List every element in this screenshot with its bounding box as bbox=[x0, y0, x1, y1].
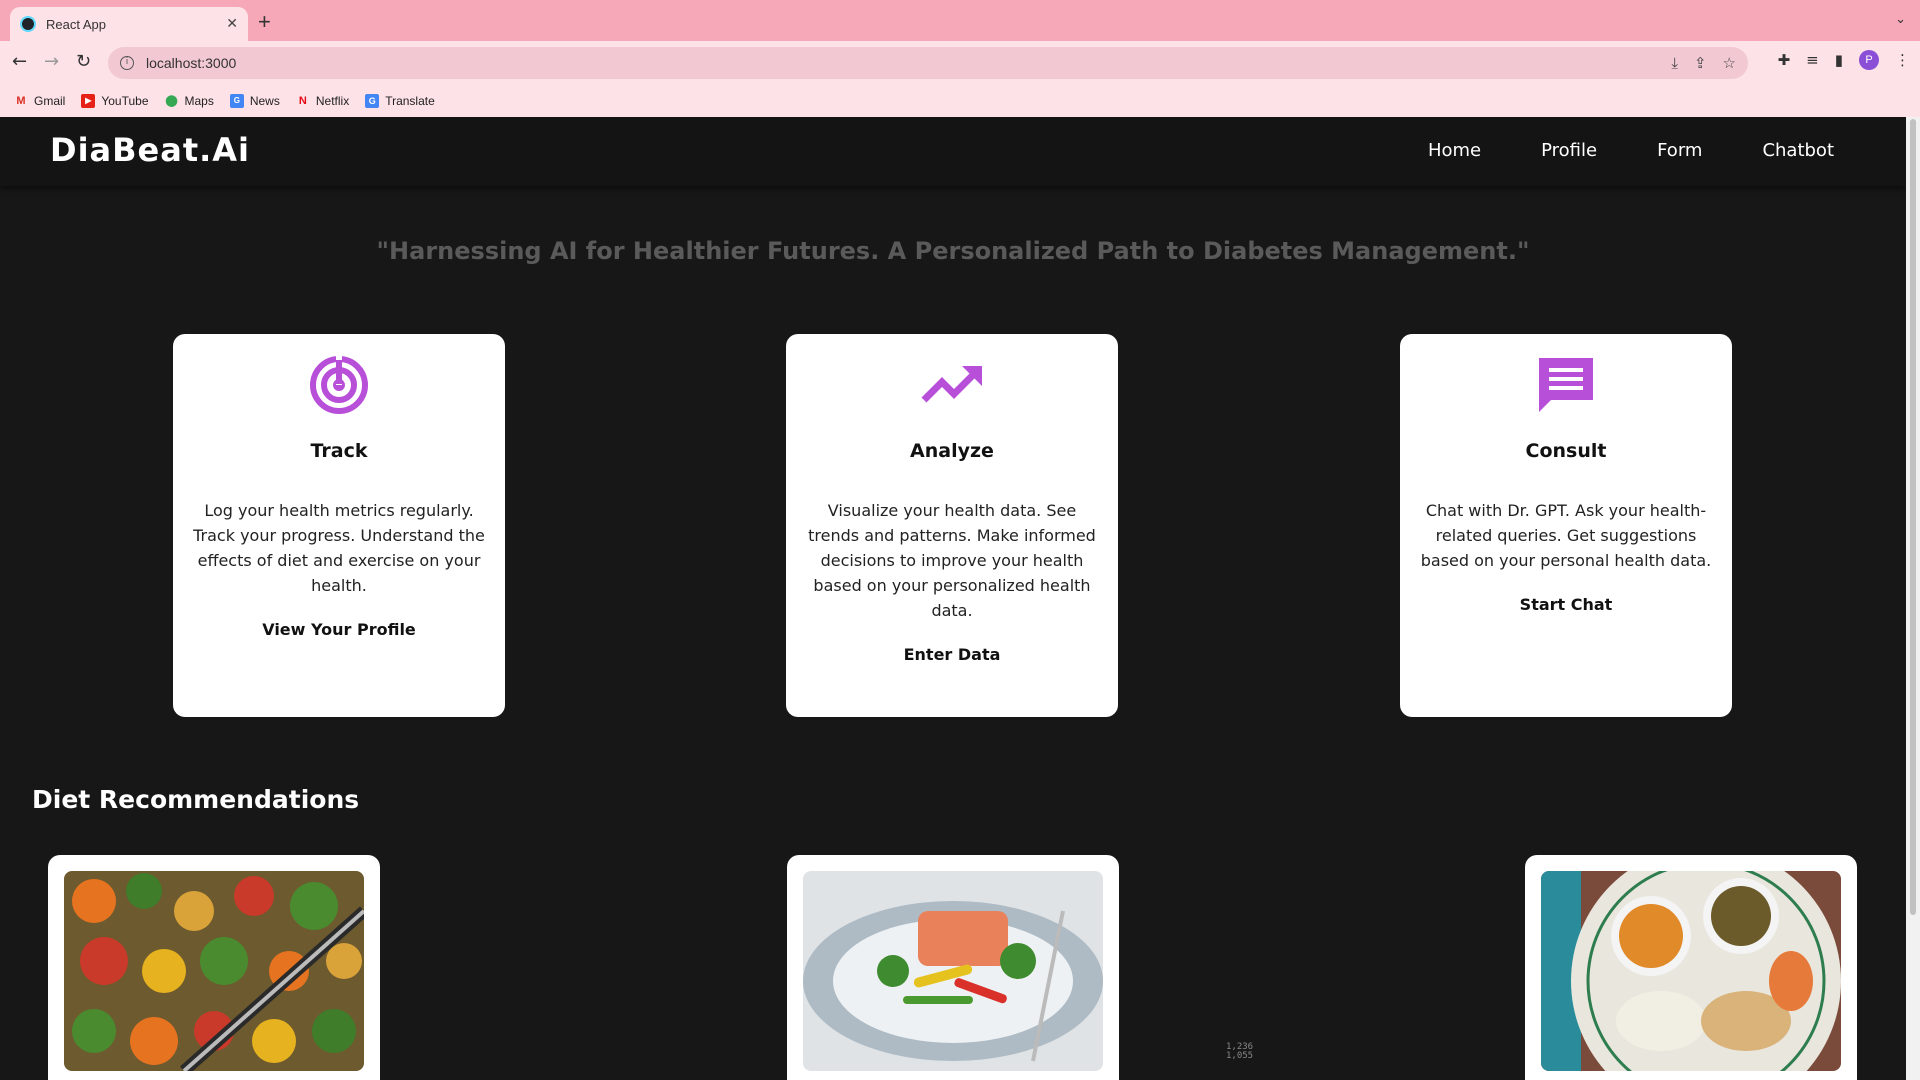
reading-list-icon[interactable]: ≡ bbox=[1806, 51, 1819, 69]
nav-form[interactable]: Form bbox=[1657, 140, 1702, 161]
bookmark-youtube[interactable]: ▶ YouTube bbox=[81, 93, 149, 108]
youtube-icon: ▶ bbox=[81, 93, 96, 108]
netflix-icon: N bbox=[298, 94, 307, 107]
feature-title: Analyze bbox=[910, 440, 994, 462]
nav-profile[interactable]: Profile bbox=[1541, 140, 1597, 161]
nav-chatbot[interactable]: Chatbot bbox=[1762, 140, 1834, 161]
forward-icon[interactable]: → bbox=[44, 51, 59, 72]
profile-avatar[interactable]: P bbox=[1859, 50, 1879, 70]
feature-card-track: Track Log your health metrics regularly.… bbox=[173, 334, 505, 717]
site-info-icon[interactable]: i bbox=[120, 56, 134, 70]
site-navbar: DiaBeat.Ai Home Profile Form Chatbot bbox=[0, 117, 1906, 186]
feature-text: Chat with Dr. GPT. Ask your health-relat… bbox=[1420, 501, 1712, 570]
view-profile-button[interactable]: View Your Profile bbox=[189, 620, 489, 639]
address-bar[interactable]: i localhost:3000 ⤓ ⇪ ☆ bbox=[108, 47, 1748, 79]
bookmarks-bar: M Gmail ▶ YouTube ⬤ Maps G News N Netflix G Tr… bbox=[0, 84, 1920, 117]
cursor-coordinates: 1,236 1,055 bbox=[1226, 1042, 1254, 1061]
diet-card[interactable] bbox=[787, 855, 1119, 1080]
menu-icon[interactable]: ⋮ bbox=[1895, 51, 1910, 69]
reload-icon[interactable]: ↻ bbox=[76, 51, 91, 72]
enter-data-button[interactable]: Enter Data bbox=[802, 645, 1102, 664]
trending-up-icon bbox=[802, 354, 1102, 418]
feature-text: Visualize your health data. See trends a… bbox=[808, 501, 1096, 620]
browser-tab[interactable]: React App ✕ bbox=[10, 7, 248, 41]
react-favicon-icon bbox=[20, 16, 36, 32]
browser-toolbar: ← → ↻ i localhost:3000 ⤓ ⇪ ☆ ✚ ≡ ▮ P ⋮ bbox=[0, 41, 1920, 84]
install-icon[interactable]: ⤓ bbox=[1671, 54, 1678, 72]
url-text: localhost:3000 bbox=[146, 55, 237, 71]
tagline: "Harnessing AI for Healthier Futures. A … bbox=[376, 237, 1530, 265]
feature-card-analyze: Analyze Visualize your health data. See … bbox=[786, 334, 1118, 717]
feature-card-consult: Consult Chat with Dr. GPT. Ask your heal… bbox=[1400, 334, 1732, 717]
gmail-icon: M bbox=[16, 94, 26, 107]
diet-card[interactable] bbox=[1525, 855, 1857, 1080]
salmon-vegetables-photo bbox=[803, 871, 1103, 1071]
diet-section-title: Diet Recommendations bbox=[32, 785, 360, 814]
feature-text: Log your health metrics regularly. Track… bbox=[193, 501, 485, 595]
bookmark-netflix[interactable]: N Netflix bbox=[296, 94, 349, 108]
bookmark-translate[interactable]: G Translate bbox=[365, 93, 435, 108]
browser-tab-strip: React App ✕ + ⌄ bbox=[0, 0, 1920, 41]
translate-icon: G bbox=[365, 93, 380, 108]
bookmark-news[interactable]: G News bbox=[229, 93, 280, 108]
share-icon[interactable]: ⇪ bbox=[1694, 54, 1707, 72]
target-icon bbox=[189, 354, 489, 418]
chat-icon bbox=[1416, 354, 1716, 418]
back-icon[interactable]: ← bbox=[12, 51, 27, 72]
news-icon: G bbox=[229, 93, 244, 108]
tab-search-icon[interactable]: ⌄ bbox=[1895, 12, 1906, 27]
nav-home[interactable]: Home bbox=[1428, 140, 1481, 161]
brand-logo[interactable]: DiaBeat.Ai bbox=[50, 131, 250, 169]
bookmark-star-icon[interactable]: ☆ bbox=[1723, 54, 1736, 72]
feature-title: Consult bbox=[1525, 440, 1607, 462]
page-scrollbar[interactable] bbox=[1906, 117, 1920, 1080]
bookmark-maps[interactable]: ⬤ Maps bbox=[165, 94, 214, 108]
new-tab-icon[interactable]: + bbox=[258, 9, 271, 35]
page-viewport: DiaBeat.Ai Home Profile Form Chatbot "Ha… bbox=[0, 117, 1906, 1080]
feature-title: Track bbox=[310, 440, 368, 462]
diet-card[interactable] bbox=[48, 855, 380, 1080]
tab-close-icon[interactable]: ✕ bbox=[226, 16, 238, 32]
side-panel-icon[interactable]: ▮ bbox=[1835, 51, 1843, 69]
bookmark-gmail[interactable]: M Gmail bbox=[14, 94, 65, 108]
extensions-icon[interactable]: ✚ bbox=[1778, 51, 1791, 69]
roasted-vegetables-photo bbox=[64, 871, 364, 1071]
maps-icon: ⬤ bbox=[165, 94, 178, 107]
scrollbar-thumb[interactable] bbox=[1910, 119, 1916, 915]
indian-thali-photo bbox=[1541, 871, 1841, 1071]
start-chat-button[interactable]: Start Chat bbox=[1416, 595, 1716, 614]
tab-title: React App bbox=[46, 16, 106, 32]
